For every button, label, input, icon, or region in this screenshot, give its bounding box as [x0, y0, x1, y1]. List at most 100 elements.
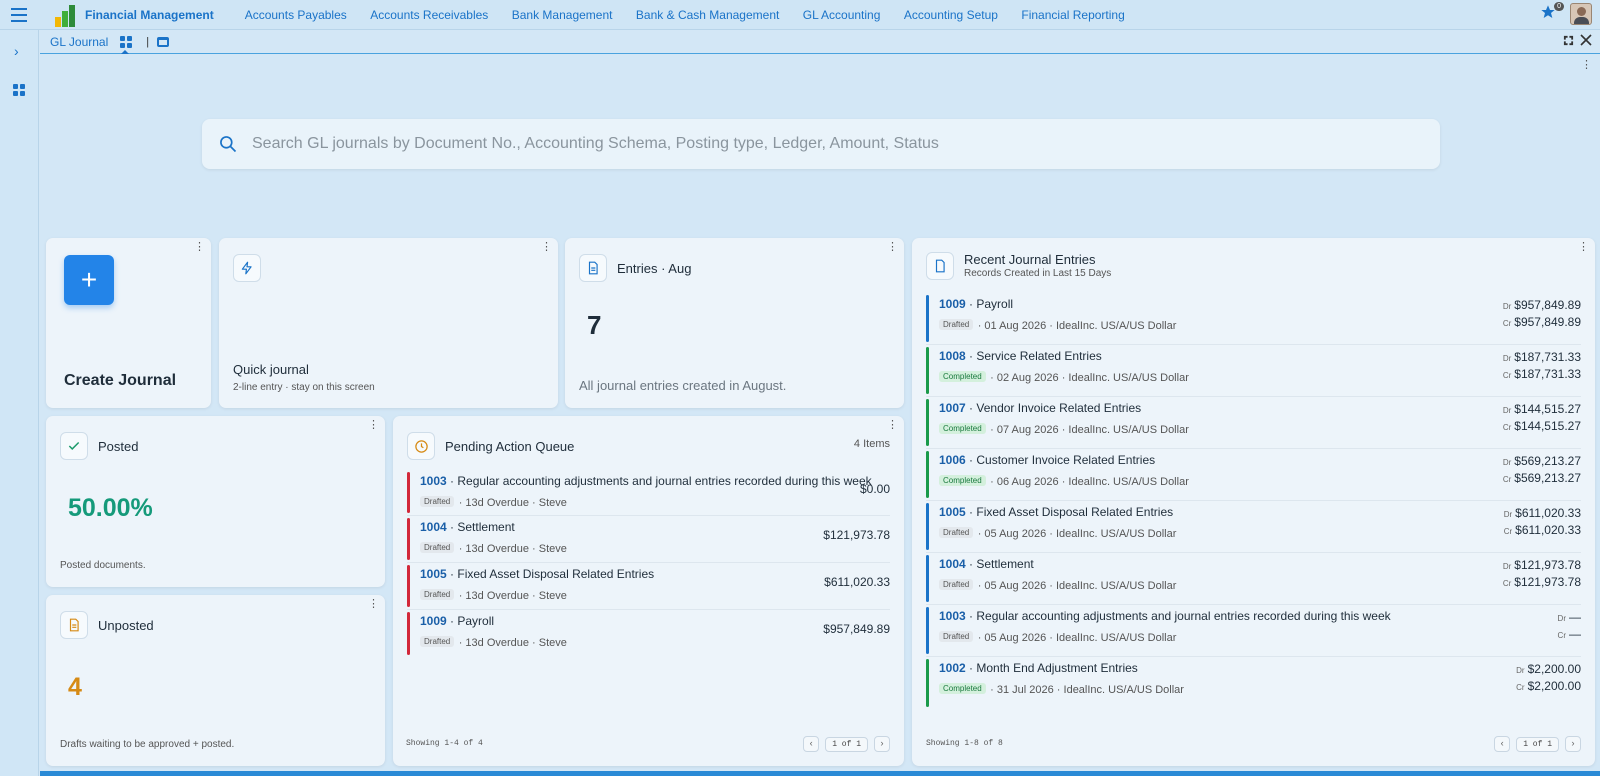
prev-page-button[interactable]: ‹	[803, 736, 820, 752]
expand-chevron-icon[interactable]: ›	[14, 43, 19, 59]
search-input[interactable]	[252, 135, 1440, 153]
next-page-button[interactable]: ›	[874, 736, 890, 752]
debit-amount: $121,973.78	[1514, 558, 1581, 572]
recent-entries-card: ⋮ Recent Journal Entries Records Created…	[912, 238, 1595, 766]
prev-page-button[interactable]: ‹	[1494, 736, 1511, 752]
row-meta: · 13d Overdue · Steve	[458, 590, 567, 602]
pending-pager: ‹ 1 of 1 ›	[803, 736, 890, 752]
doc-number: 1005	[939, 505, 966, 519]
recent-showing: Showing 1-8 of 8	[926, 739, 1003, 748]
journal-row[interactable]: 1003 · Regular accounting adjustments an…	[926, 605, 1581, 657]
status-badge: Completed	[939, 423, 986, 435]
status-badge: Drafted	[939, 319, 974, 331]
nav-bank-management[interactable]: Bank Management	[512, 8, 613, 22]
row-amount: $957,849.89	[823, 622, 890, 636]
credit-label: Cr	[1503, 527, 1513, 536]
debit-label: Dr	[1502, 354, 1512, 363]
nav-gl-accounting[interactable]: GL Accounting	[803, 8, 881, 22]
doc-number: 1003	[939, 609, 966, 623]
more-icon[interactable]: ⋮	[887, 420, 898, 431]
dashboard-icon[interactable]	[13, 84, 25, 96]
queue-row[interactable]: 1005 · Fixed Asset Disposal Related Entr…	[407, 563, 890, 610]
expand-icon[interactable]	[1563, 35, 1574, 46]
row-meta: · 31 Jul 2026 · IdealInc. US/A/US Dollar	[990, 684, 1184, 696]
journal-row[interactable]: 1007 · Vendor Invoice Related Entries Com…	[926, 397, 1581, 449]
close-icon[interactable]	[1580, 34, 1592, 46]
entries-title: Entries · Aug	[617, 260, 692, 276]
dashboard-view-icon[interactable]	[120, 35, 133, 54]
create-journal-button[interactable]: +	[64, 255, 114, 305]
recent-title: Recent Journal Entries	[964, 252, 1096, 267]
create-journal-label: Create Journal	[64, 372, 177, 389]
doc-number: 1009	[939, 297, 966, 311]
more-icon[interactable]: ⋮	[541, 242, 552, 253]
more-icon[interactable]: ⋮	[194, 242, 205, 253]
nav-accounts-receivables[interactable]: Accounts Receivables	[370, 8, 488, 22]
debit-label: Dr	[1502, 562, 1512, 571]
more-icon[interactable]: ⋮	[1578, 242, 1589, 253]
journal-row[interactable]: 1008 · Service Related Entries Completed …	[926, 345, 1581, 397]
doc-name: · Payroll	[450, 614, 495, 628]
credit-amount: $144,515.27	[1514, 419, 1581, 433]
more-icon[interactable]: ⋮	[887, 242, 898, 253]
status-color-bar	[926, 659, 929, 707]
nav-bank-cash-management[interactable]: Bank & Cash Management	[636, 8, 779, 22]
doc-number: 1005	[420, 567, 447, 581]
doc-number: 1002	[939, 661, 966, 675]
search-icon	[220, 136, 237, 153]
debit-label: Dr	[1502, 458, 1512, 467]
status-badge: Drafted	[939, 631, 974, 643]
avatar[interactable]	[1570, 3, 1592, 25]
credit-label: Cr	[1516, 683, 1525, 692]
journal-row[interactable]: 1002 · Month End Adjustment Entries Compl…	[926, 657, 1581, 709]
row-amount: $0.00	[859, 482, 890, 496]
debit-amount: —	[1569, 610, 1581, 624]
recent-list: 1009 · Payroll Drafted · 01 Aug 2026 · Id…	[926, 293, 1581, 709]
recent-pager: ‹ 1 of 1 ›	[1494, 736, 1581, 752]
status-color-bar	[926, 607, 929, 654]
posted-card[interactable]: ⋮ Posted 50.00% Posted documents.	[46, 416, 385, 587]
more-icon[interactable]: ⋮	[368, 420, 379, 431]
nav-accounting-setup[interactable]: Accounting Setup	[904, 8, 998, 22]
window-view-icon[interactable]	[157, 36, 170, 47]
next-page-button[interactable]: ›	[1565, 736, 1581, 752]
pending-showing: Showing 1-4 of 4	[406, 739, 483, 748]
unposted-card[interactable]: ⋮ Unposted 4 Drafts waiting to be approv…	[46, 595, 385, 766]
journal-row[interactable]: 1004 · Settlement Drafted · 05 Aug 2026 ·…	[926, 553, 1581, 605]
credit-amount: —	[1569, 627, 1581, 641]
journal-row[interactable]: 1009 · Payroll Drafted · 01 Aug 2026 · Id…	[926, 293, 1581, 345]
journal-row[interactable]: 1006 · Customer Invoice Related Entries C…	[926, 449, 1581, 501]
doc-name: · Customer Invoice Related Entries	[969, 453, 1156, 467]
entries-aug-card[interactable]: ⋮ Entries · Aug 7 All journal entries cr…	[565, 238, 904, 408]
doc-name: · Month End Adjustment Entries	[969, 661, 1138, 675]
app-logo	[52, 1, 80, 29]
nav-accounts-payables[interactable]: Accounts Payables	[245, 8, 347, 22]
menu-icon[interactable]	[0, 0, 38, 30]
quick-journal-card[interactable]: ⋮ Quick journal 2-line entry · stay on t…	[219, 238, 558, 408]
debit-amount: $957,849.89	[1514, 298, 1581, 312]
doc-number: 1004	[939, 557, 966, 571]
recent-subtitle: Records Created in Last 15 Days	[964, 268, 1112, 279]
favorites-button[interactable]: 0	[1540, 1, 1564, 25]
create-journal-card[interactable]: ⋮ + Create Journal	[46, 238, 211, 408]
tab-separator: |	[146, 35, 150, 48]
queue-row[interactable]: 1004 · Settlement Drafted · 13d Overdue …	[407, 516, 890, 563]
debit-label: Dr	[1516, 666, 1525, 675]
posted-desc: Posted documents.	[60, 560, 146, 571]
row-meta: · 05 Aug 2026 · IdealInc. US/A/US Dollar	[977, 580, 1177, 592]
nav-financial-reporting[interactable]: Financial Reporting	[1021, 8, 1124, 22]
search-bar	[202, 119, 1440, 169]
queue-row[interactable]: 1003 · Regular accounting adjustments an…	[407, 470, 890, 516]
more-icon[interactable]: ⋮	[368, 599, 379, 610]
status-badge: Drafted	[420, 636, 455, 648]
status-color-bar	[926, 451, 929, 498]
journal-row[interactable]: 1005 · Fixed Asset Disposal Related Entr…	[926, 501, 1581, 553]
status-color-bar	[926, 399, 929, 446]
page-more-icon[interactable]: ⋮	[1581, 60, 1592, 71]
tab-gl-journal[interactable]: GL Journal	[50, 35, 108, 49]
doc-name: · Regular accounting adjustments and jou…	[969, 609, 1391, 623]
quick-journal-title: Quick journal	[233, 362, 309, 377]
row-amount: $611,020.33	[824, 575, 890, 589]
queue-row[interactable]: 1009 · Payroll Drafted · 13d Overdue · S…	[407, 610, 890, 657]
credit-label: Cr	[1502, 423, 1512, 432]
